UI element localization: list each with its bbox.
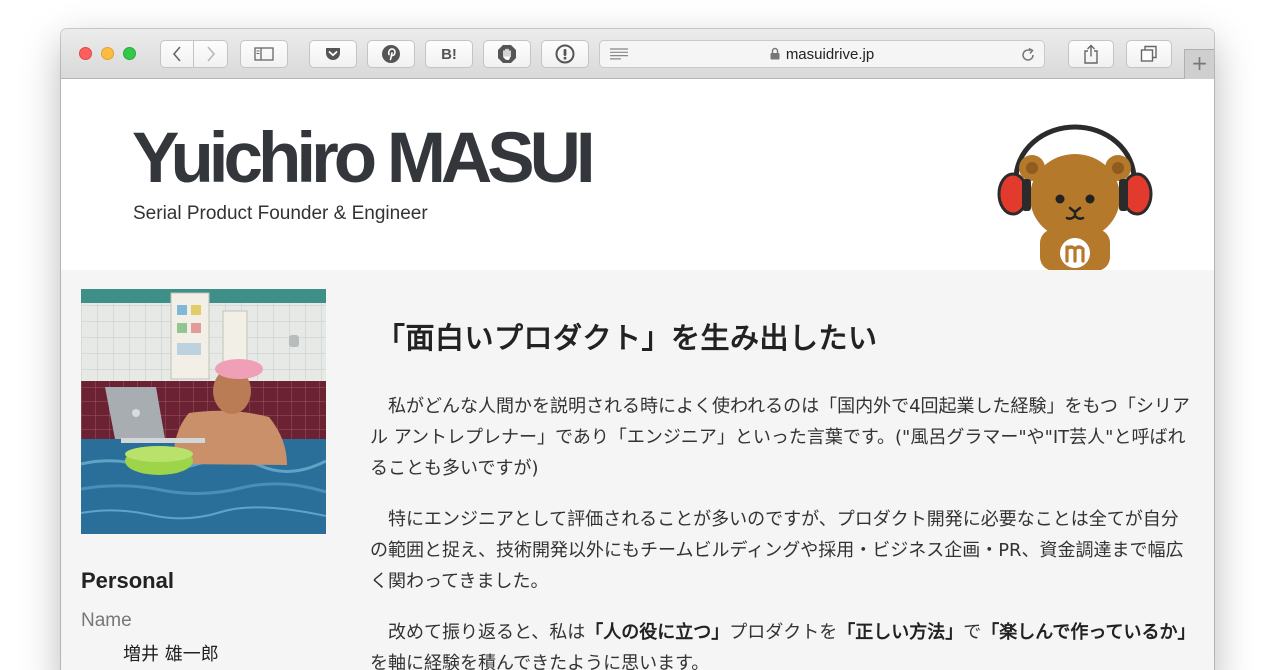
- chevron-right-icon: [206, 46, 215, 62]
- pinterest-icon: [382, 45, 400, 63]
- paragraph-3-text-c: プロダクトを: [729, 622, 838, 643]
- pocket-button[interactable]: [309, 40, 357, 68]
- paragraph-1-text: 私がどんな人間かを説明される時によく使われるのは「国内外で4回起業した経験」をも…: [370, 396, 1190, 479]
- forward-button[interactable]: [194, 40, 228, 68]
- pinterest-button[interactable]: [367, 40, 415, 68]
- hand-stop-icon: [498, 45, 516, 63]
- page-content: Yuichiro MASUI Serial Product Founder & …: [61, 79, 1214, 670]
- browser-window: B! masuidrive.jp + Yuichiro MASUI Serial…: [61, 29, 1214, 670]
- password-manager-button[interactable]: [541, 40, 589, 68]
- paragraph-3-text-a: 改めて振り返ると、私は: [388, 622, 586, 643]
- keyhole-icon: [555, 44, 575, 64]
- show-tabs-button[interactable]: [1126, 40, 1172, 68]
- address-bar[interactable]: masuidrive.jp: [599, 40, 1045, 68]
- share-icon: [1084, 44, 1098, 64]
- article-paragraph-3: 改めて振り返ると、私は「人の役に立つ」プロダクトを「正しい方法」で「楽しんで作っ…: [370, 617, 1196, 670]
- sidebar-toggle-button[interactable]: [240, 40, 288, 68]
- back-button[interactable]: [160, 40, 194, 68]
- hatena-bookmark-button[interactable]: B!: [425, 40, 473, 68]
- tabs-overview-icon: [1140, 45, 1157, 62]
- site-tagline: Serial Product Founder & Engineer: [133, 203, 428, 224]
- adblock-button[interactable]: [483, 40, 531, 68]
- chevron-left-icon: [172, 46, 181, 62]
- lock-icon: [770, 47, 780, 60]
- site-title[interactable]: Yuichiro MASUI: [132, 123, 596, 194]
- profile-photo: [81, 289, 326, 534]
- url-text: masuidrive.jp: [785, 46, 875, 63]
- name-value: 増井 雄一郎: [123, 644, 219, 665]
- article-paragraph-1: 私がどんな人間かを説明される時によく使われるのは「国内外で4回起業した経験」をも…: [370, 391, 1196, 484]
- paragraph-2-text: 特にエンジニアとして評価されることが多いのですが、プロダクト開発に必要なことは全…: [370, 509, 1184, 592]
- navigation-buttons: [160, 40, 228, 68]
- name-label: Name: [81, 610, 132, 631]
- new-tab-button[interactable]: +: [1184, 49, 1214, 79]
- browser-toolbar: B! masuidrive.jp +: [61, 29, 1214, 79]
- paragraph-3-emphasis-fun: 「楽しんで作っているか」: [981, 622, 1196, 643]
- paragraph-3-emphasis-helpful: 「人の役に立つ」: [585, 622, 730, 643]
- minimize-window-button[interactable]: [101, 47, 114, 60]
- paragraph-3-text-e: で: [963, 622, 982, 643]
- sidebar-heading: Personal: [81, 568, 174, 593]
- pocket-icon: [326, 48, 340, 60]
- sidebar: Personal Name 増井 雄一郎: [81, 289, 326, 666]
- address-url: masuidrive.jp: [600, 46, 1044, 63]
- paragraph-3-emphasis-method: 「正しい方法」: [837, 622, 964, 643]
- paragraph-3-text-g: を軸に経験を積んできたように思います。: [370, 653, 710, 670]
- bear-mascot-logo: [997, 124, 1153, 270]
- article-heading: 「面白いプロダクト」を生み出したい: [376, 321, 878, 355]
- site-header: Yuichiro MASUI Serial Product Founder & …: [61, 79, 1214, 270]
- hatena-bookmark-icon: B!: [441, 45, 457, 63]
- share-button[interactable]: [1068, 40, 1114, 68]
- article-paragraph-2: 特にエンジニアとして評価されることが多いのですが、プロダクト開発に必要なことは全…: [370, 504, 1196, 597]
- close-window-button[interactable]: [79, 47, 92, 60]
- sidebar-icon: [254, 47, 274, 61]
- reload-icon[interactable]: [1020, 47, 1036, 63]
- main-article: 「面白いプロダクト」を生み出したい 私がどんな人間かを説明される時によく使われる…: [370, 315, 1196, 670]
- zoom-window-button[interactable]: [123, 47, 136, 60]
